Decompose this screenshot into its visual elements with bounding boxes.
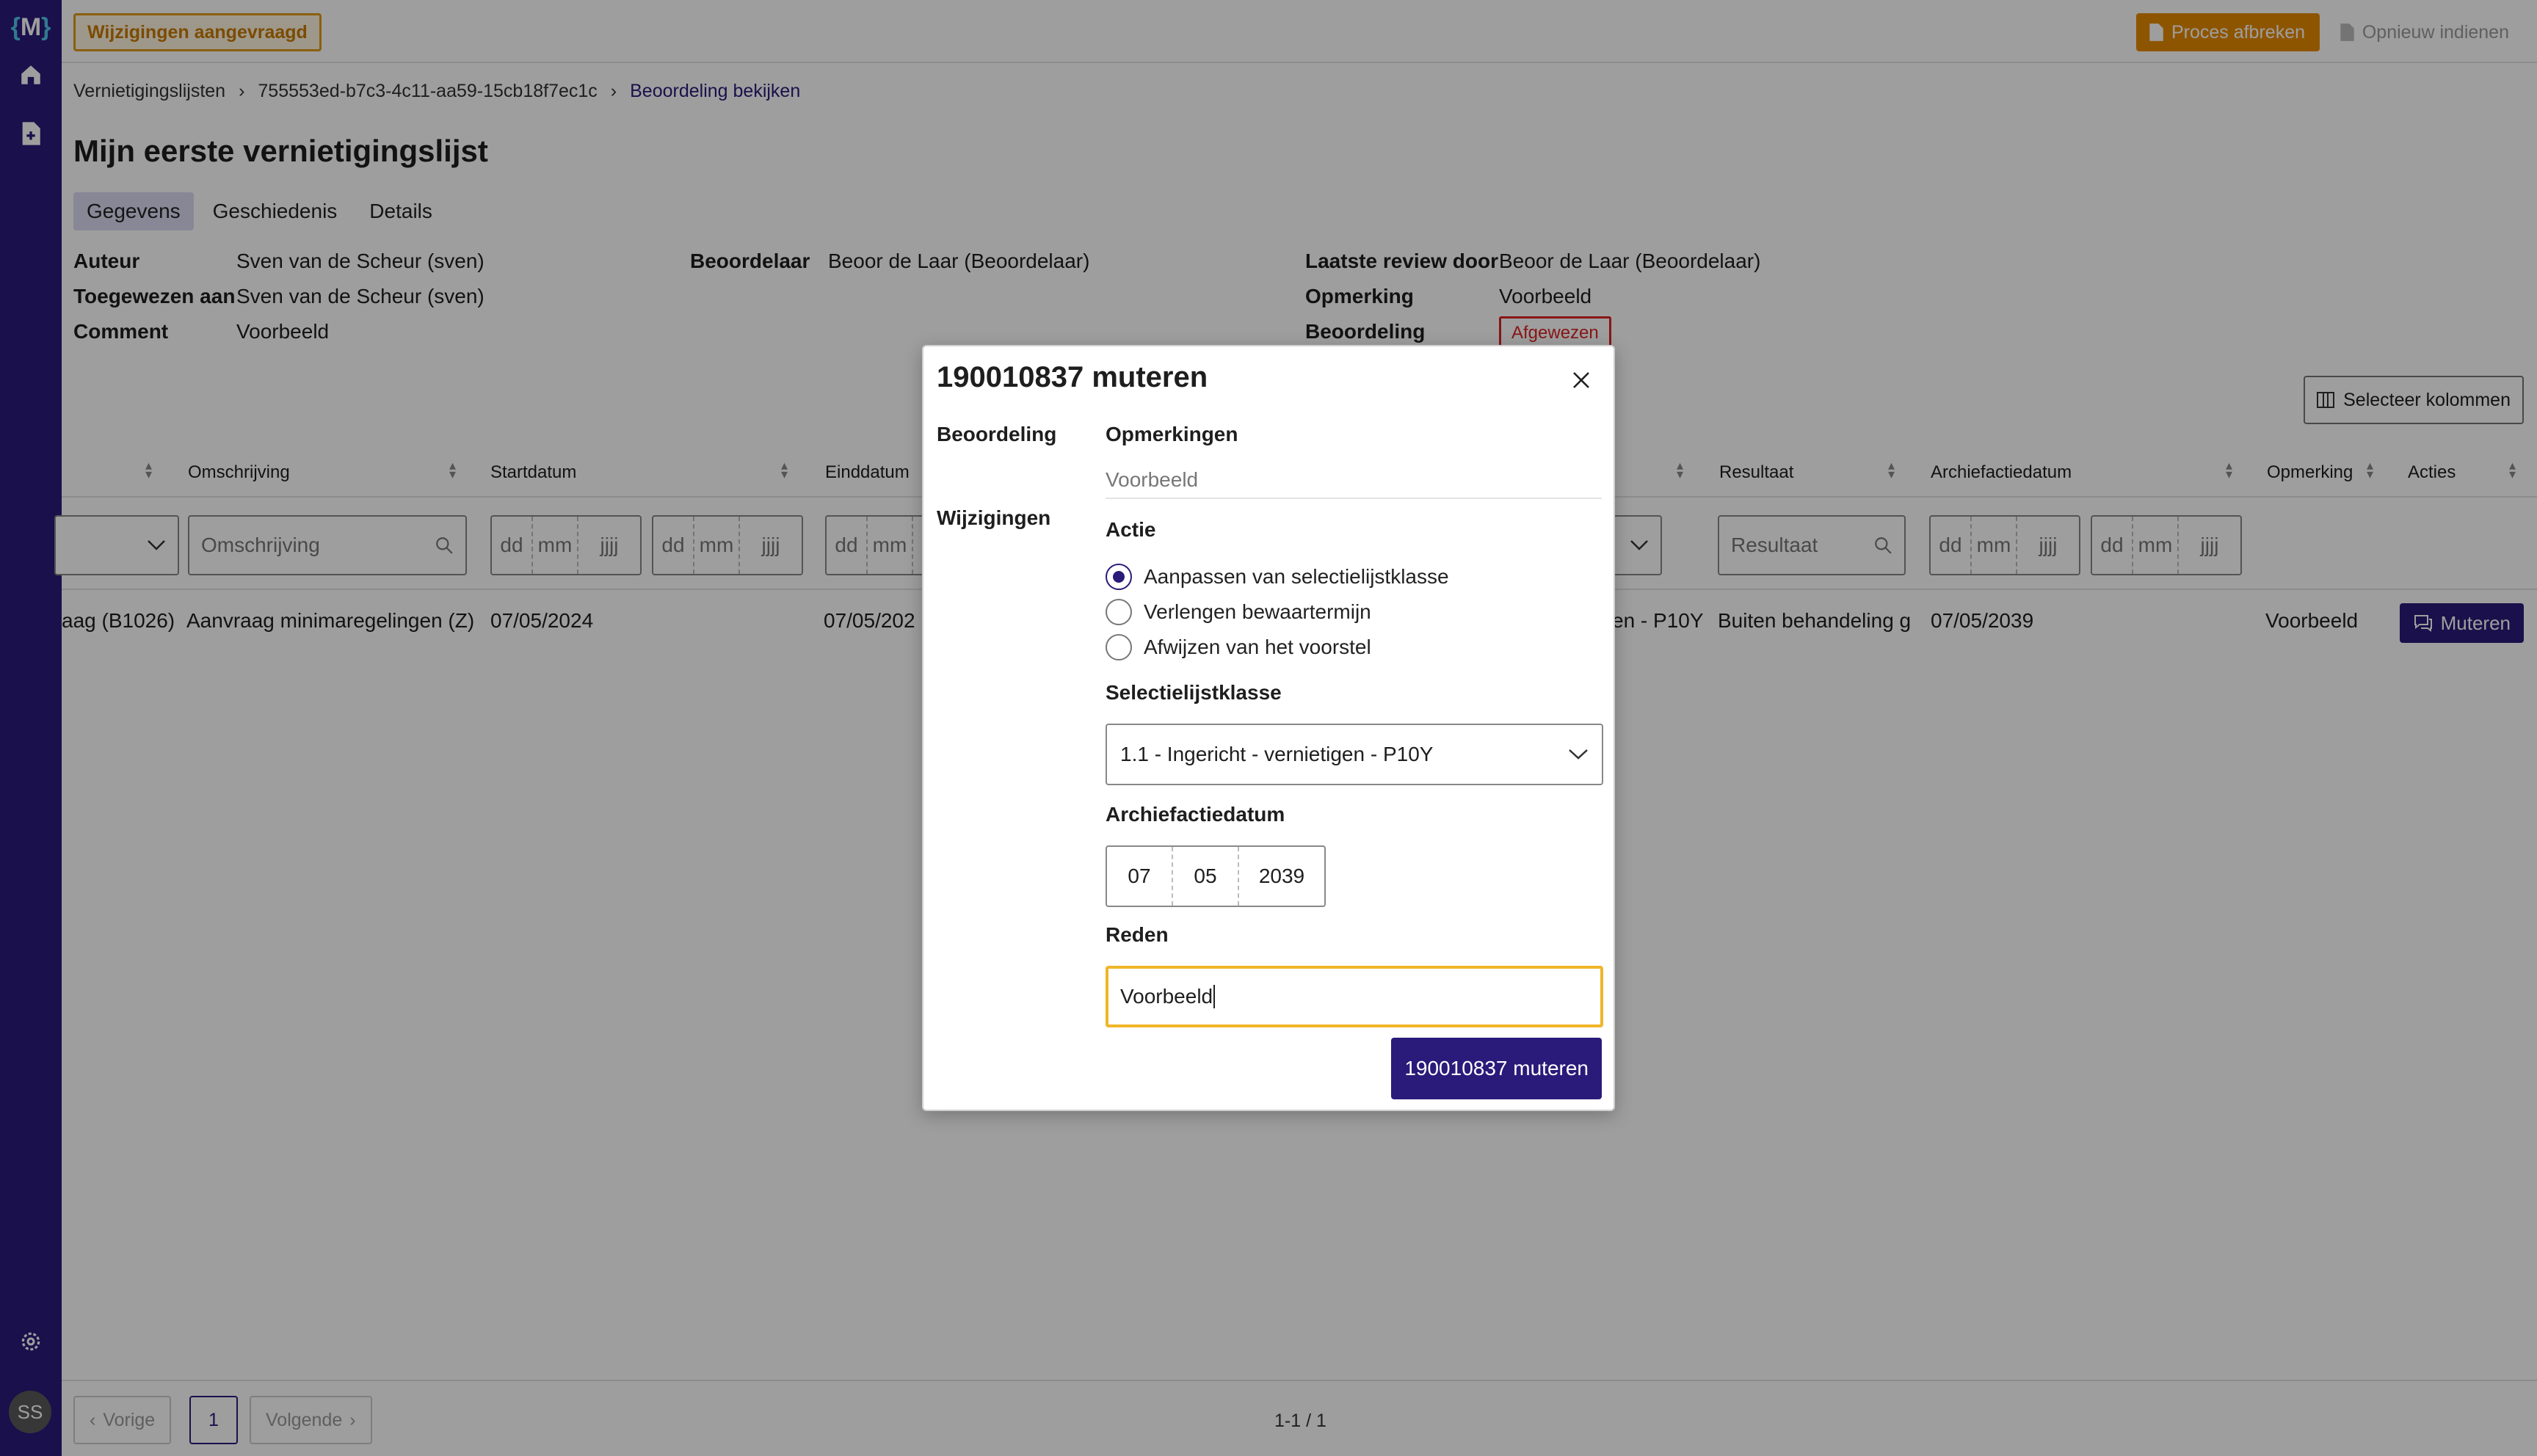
radio-label: Verlengen bewaartermijn: [1144, 600, 1371, 623]
section-wijzigingen: Wijzigingen: [937, 506, 1051, 529]
day-segment[interactable]: 07: [1107, 847, 1173, 906]
reden-input[interactable]: Voorbeeld: [1106, 966, 1603, 1027]
radio-option-extend-retention[interactable]: Verlengen bewaartermijn: [1106, 599, 1371, 625]
section-beoordeling: Beoordeling: [937, 423, 1057, 445]
month-segment[interactable]: 05: [1173, 847, 1239, 906]
opmerkingen-label: Opmerkingen: [1106, 423, 1238, 445]
opmerkingen-value: Voorbeeld: [1106, 468, 1199, 491]
radio-label: Afwijzen van het voorstel: [1144, 636, 1371, 658]
chevron-down-icon: [1569, 749, 1588, 760]
modal-title: 190010837 muteren: [937, 361, 1208, 393]
radio-option-reject-proposal[interactable]: Afwijzen van het voorstel: [1106, 634, 1371, 660]
text-caret: [1213, 985, 1216, 1008]
radio-button[interactable]: [1106, 564, 1132, 590]
divider: [1106, 498, 1602, 499]
close-icon[interactable]: [1567, 365, 1596, 395]
radio-label: Aanpassen van selectielijstklasse: [1144, 565, 1449, 588]
radio-button[interactable]: [1106, 634, 1132, 660]
selectielijst-label: Selectielijstklasse: [1106, 681, 1282, 704]
reden-label: Reden: [1106, 923, 1169, 946]
radio-button[interactable]: [1106, 599, 1132, 625]
selectielijst-value: 1.1 - Ingericht - vernietigen - P10Y: [1120, 743, 1434, 765]
archiefactiedatum-input[interactable]: 07 05 2039: [1106, 845, 1326, 907]
radio-option-adjust-class[interactable]: Aanpassen van selectielijstklasse: [1106, 564, 1449, 590]
year-segment[interactable]: 2039: [1239, 847, 1324, 906]
actie-label: Actie: [1106, 518, 1156, 541]
selectielijst-select[interactable]: 1.1 - Ingericht - vernietigen - P10Y: [1106, 724, 1603, 785]
mutate-modal: 190010837 muteren Beoordeling Opmerkinge…: [922, 345, 1615, 1111]
archiefactiedatum-label: Archiefactiedatum: [1106, 803, 1285, 826]
reden-value: Voorbeeld: [1120, 985, 1213, 1008]
submit-mutate-button[interactable]: 190010837 muteren: [1391, 1038, 1602, 1099]
